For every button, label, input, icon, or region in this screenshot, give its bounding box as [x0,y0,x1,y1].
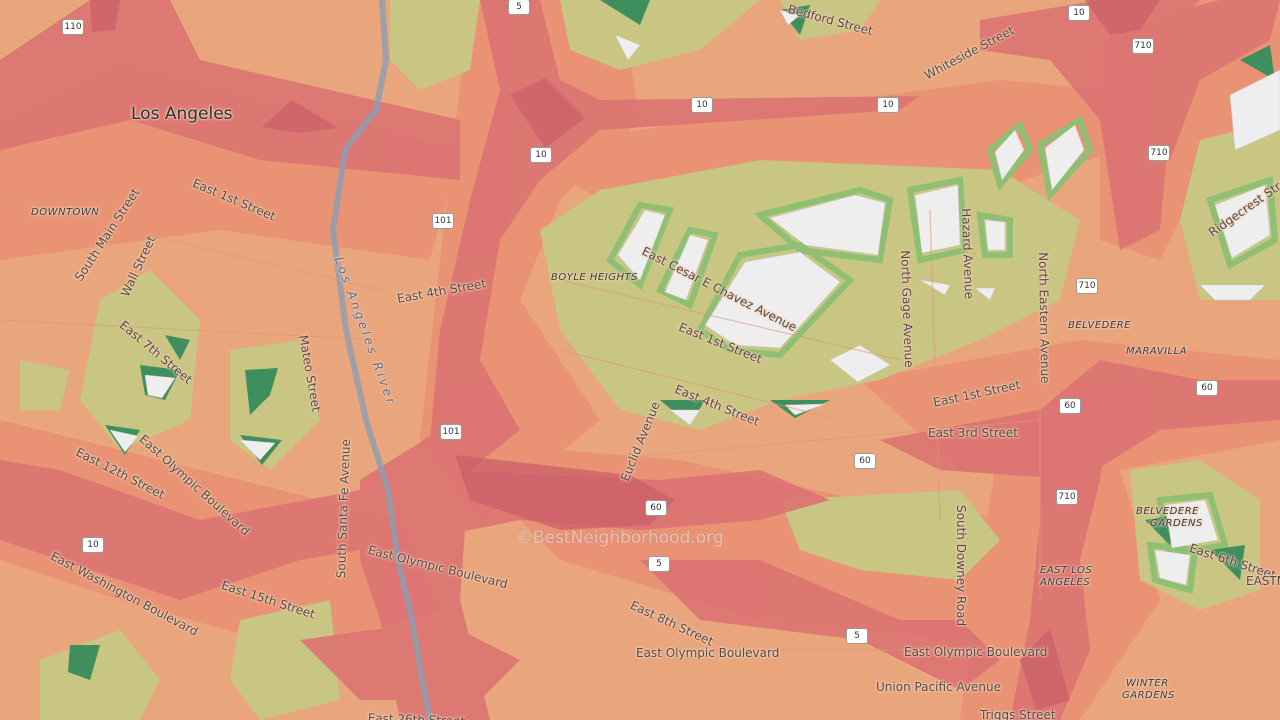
area-label-belvedere-gardens-2[interactable]: GARDENS [1150,518,1203,529]
highway-shield: 710 [1076,278,1098,294]
street-label-downey: South Downey Road [954,505,968,627]
highway-shield: 60 [854,453,876,469]
highway-shield: 5 [846,628,868,644]
highway-shield: 710 [1148,145,1170,161]
highway-shield: 60 [1196,380,1218,396]
highway-shield: 10 [1068,5,1090,21]
highway-shield: 60 [1059,398,1081,414]
area-label-east-la-1[interactable]: EAST LOS [1040,565,1092,576]
highway-shield: 10 [530,147,552,163]
watermark: ©BestNeighborhood.org [516,528,724,548]
highway-shield: 5 [508,0,530,15]
area-label-downtown[interactable]: DOWNTOWN [31,207,99,218]
area-label-maravilla[interactable]: MARAVILLA [1126,346,1187,357]
street-label-union-pacific: Union Pacific Avenue [876,680,1002,694]
area-label-belvedere-gardens-1[interactable]: BELVEDERE [1136,506,1199,517]
city-label-los-angeles[interactable]: Los Angeles [131,104,233,124]
highway-shield: 110 [62,19,84,35]
area-label-boyle-heights[interactable]: BOYLE HEIGHTS [551,272,638,283]
highway-shield: 10 [877,97,899,113]
highway-shield: 710 [1132,38,1154,54]
street-label-eastern: North Eastern Avenue [1036,252,1053,384]
highway-shield: 10 [691,97,713,113]
highway-shield: 101 [440,424,462,440]
highway-shield: 5 [648,556,670,572]
street-label-triggs: Triggs Street [980,708,1056,720]
highway-shield: 710 [1056,489,1078,505]
area-label-winter-gardens-2[interactable]: GARDENS [1122,690,1175,701]
street-label-e3rd: East 3rd Street [928,426,1018,440]
street-label-eastm: EASTM [1246,574,1280,588]
highway-shield: 101 [432,213,454,229]
highway-shield: 10 [82,537,104,553]
area-label-east-la-2[interactable]: ANGELES [1040,577,1090,588]
street-label-olympic-4: East Olympic Boulevard [904,645,1048,659]
map-view[interactable]: Los Angeles DOWNTOWN BOYLE HEIGHTS BELVE… [0,0,1280,720]
area-label-belvedere[interactable]: BELVEDERE [1068,320,1131,331]
highway-shield: 60 [645,500,667,516]
area-label-winter-gardens-1[interactable]: WINTER [1126,678,1169,689]
street-label-olympic-3: East Olympic Boulevard [636,646,780,660]
